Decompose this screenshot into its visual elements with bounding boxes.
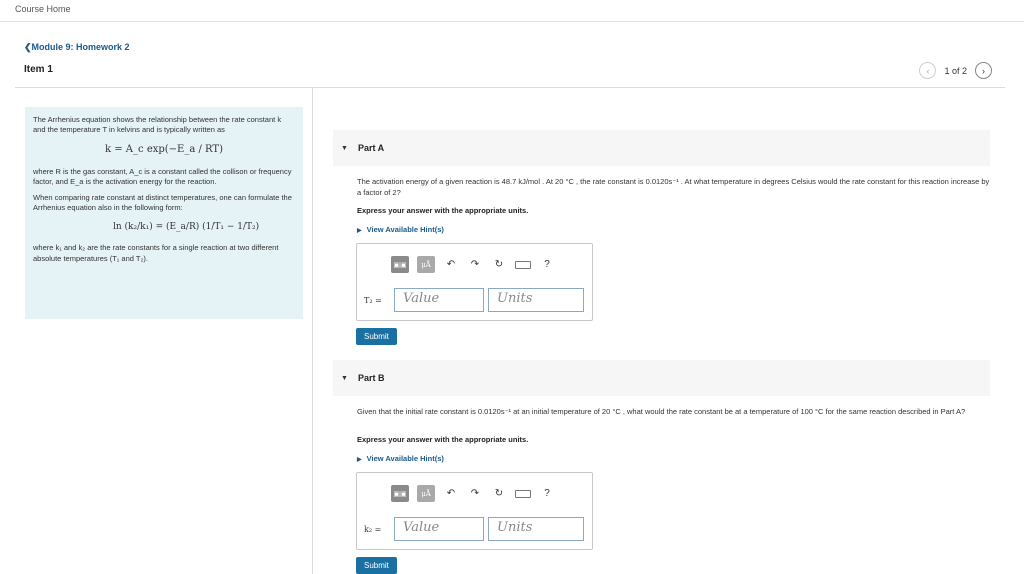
part-b-label: Part B [357,373,385,383]
previous-item-button[interactable]: ‹ [919,62,937,79]
part-a-question: The activation energy of a given reactio… [357,177,990,197]
part-b-submit-button[interactable]: Submit [356,557,397,574]
part-b-units-input[interactable]: Units [488,517,584,541]
keyboard-icon[interactable] [515,260,531,269]
expand-triangle-icon: ▶ [357,457,362,463]
intro-paragraph-2: where R is the gas constant, A_c is a co… [33,166,292,186]
item-title: Item 1 [24,64,53,75]
top-divider [0,21,1024,22]
part-b-header[interactable]: ▼ Part B [333,360,990,396]
reset-icon[interactable]: ↻ [491,488,507,499]
keyboard-icon[interactable] [515,489,531,498]
undo-icon[interactable]: ↶ [443,259,459,270]
redo-icon[interactable]: ↷ [467,259,483,270]
header-divider [15,87,1005,88]
collapse-caret-icon: ▼ [341,144,348,152]
intro-panel: The Arrhenius equation shows the relatio… [25,107,303,319]
intro-paragraph-4: where k₁ and k₂ are the rate constants f… [33,243,279,263]
part-b-toolbar: ▣▣ μÅ ↶ ↷ ↻ ? [391,485,555,502]
template-icon[interactable]: ▣▣ [391,256,409,273]
module-back-link[interactable]: ❮Module 9: Homework 2 [24,42,130,53]
part-a-value-input[interactable]: Value [394,288,484,312]
part-a-answer-row: T₂ = Value Units [364,288,584,312]
units-button[interactable]: μÅ [417,485,435,502]
two-point-arrhenius-equation: ln (k₂/k₁) = (E_a/R) (1/T₁ − 1/T₂) [113,222,260,233]
column-divider [312,88,313,574]
part-b-hint-link[interactable]: ▶ View Available Hint(s) [357,454,444,463]
part-b-answer-box: ▣▣ μÅ ↶ ↷ ↻ ? k₂ = Value Units [356,472,593,550]
arrhenius-equation: k = A_c exp(−E_a / RT) [105,144,223,156]
help-icon[interactable]: ? [539,488,555,499]
part-a-answer-box: ▣▣ μÅ ↶ ↷ ↻ ? T₂ = Value Units [356,243,593,321]
reset-icon[interactable]: ↻ [491,259,507,270]
part-a-hint-label: View Available Hint(s) [366,225,444,234]
part-a-header[interactable]: ▼ Part A [333,130,990,166]
course-home-link[interactable]: Course Home [15,4,71,14]
part-b-hint-label: View Available Hint(s) [366,454,444,463]
part-a-hint-link[interactable]: ▶ View Available Hint(s) [357,225,444,234]
intro-paragraph-3: When comparing rate constant at distinct… [33,193,292,213]
next-item-button[interactable]: › [975,62,992,79]
help-icon[interactable]: ? [539,259,555,270]
template-icon[interactable]: ▣▣ [391,485,409,502]
part-a-units-input[interactable]: Units [488,288,584,312]
part-b-variable-label: k₂ = [364,524,382,534]
part-b-value-input[interactable]: Value [394,517,484,541]
undo-icon[interactable]: ↶ [443,488,459,499]
part-a-label: Part A [357,143,385,153]
redo-icon[interactable]: ↷ [467,488,483,499]
intro-paragraph-1: The Arrhenius equation shows the relatio… [33,115,282,135]
part-b-answer-row: k₂ = Value Units [364,517,584,541]
item-pager: ‹ 1 of 2 › [919,62,992,79]
collapse-caret-icon: ▼ [341,374,348,382]
expand-triangle-icon: ▶ [357,228,362,234]
part-a-toolbar: ▣▣ μÅ ↶ ↷ ↻ ? [391,256,555,273]
part-b-instruction: Express your answer with the appropriate… [357,435,529,444]
pager-position: 1 of 2 [944,65,967,76]
part-b-question: Given that the initial rate constant is … [357,407,966,416]
part-a-instruction: Express your answer with the appropriate… [357,206,529,215]
part-a-submit-button[interactable]: Submit [356,328,397,345]
part-a-variable-label: T₂ = [364,295,382,305]
units-button[interactable]: μÅ [417,256,435,273]
